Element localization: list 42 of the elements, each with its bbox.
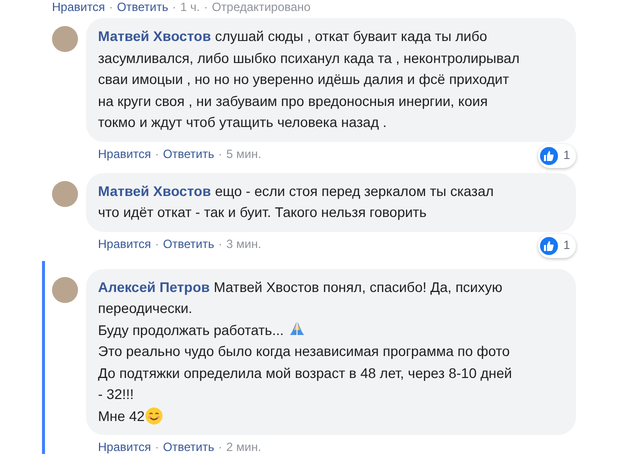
avatar-photo[interactable] [52, 180, 78, 206]
reply-link[interactable]: Ответить [116, 0, 168, 14]
like-link[interactable]: Нравится [98, 440, 151, 454]
praying-hands-icon [288, 320, 306, 338]
like-link[interactable]: Нравится [98, 236, 151, 250]
timestamp: 1 ч. [180, 0, 200, 14]
comment-text: Алексей Петров Матвей Хвостов понял, спасибо! Да, психую переодически. [98, 278, 504, 318]
reaction-count: 1 [563, 236, 570, 254]
author-name[interactable]: Матвей Хвостов [98, 182, 211, 198]
reply-link[interactable]: Ответить [162, 146, 214, 160]
separator: · [218, 146, 222, 160]
comment-text: Матвей Хвостов слушай сюды , откат буваит када ты либо засумливался, либо шыбко психанул када та , неконтролирывал сваи имоцыи , но но но уверенно идёшь далия и фсё приходит на круги своя , ни забуваим про вредоносныя инергии, коия токмо и ждут чтоб утащить человека назад . [98, 27, 521, 132]
separator: · [172, 0, 176, 14]
timestamp: 3 мин. [226, 236, 262, 250]
avatar-photo[interactable] [52, 276, 78, 302]
avatar-photo[interactable] [52, 26, 78, 52]
separator: · [108, 0, 113, 14]
author-name[interactable]: Матвей Хвостов [98, 28, 211, 44]
like-link[interactable]: Нравится [52, 0, 105, 14]
like-link[interactable]: Нравится [98, 146, 151, 160]
smiling-face-icon [144, 406, 163, 424]
comment-text: Это реально чудо было когда независимая программа по фото До подтяжки определила мой возраст в 48 лет, через 8-10 дней - 32!!! [98, 342, 514, 404]
edited-label: Отредактировано [212, 0, 311, 14]
reaction-badge[interactable]: 1 [538, 234, 576, 258]
reaction-count: 1 [563, 146, 570, 164]
comment-text: Мне 42 [98, 406, 564, 427]
reply-link[interactable]: Ответить [162, 236, 214, 250]
timestamp: 5 мин. [226, 146, 262, 160]
reaction-badge[interactable]: 1 [538, 144, 576, 168]
separator: · [218, 440, 222, 454]
comment-text: Буду продолжать работать... [98, 320, 564, 341]
timestamp: 2 мин. [226, 440, 262, 454]
separator: · [154, 440, 159, 454]
comment-text: Матвей Хвостов ещо - если стоя перед зеркалом ты сказал что идёт откат - так и буит. Такого нельзя говорить [98, 182, 495, 222]
separator: · [204, 0, 208, 14]
thumbs-up-icon [540, 146, 558, 164]
separator: · [154, 146, 159, 160]
separator: · [218, 236, 222, 250]
reply-link[interactable]: Ответить [162, 440, 214, 454]
author-name[interactable]: Алексей Петров [98, 278, 210, 294]
thumbs-up-icon [540, 236, 558, 254]
separator: · [154, 236, 159, 250]
